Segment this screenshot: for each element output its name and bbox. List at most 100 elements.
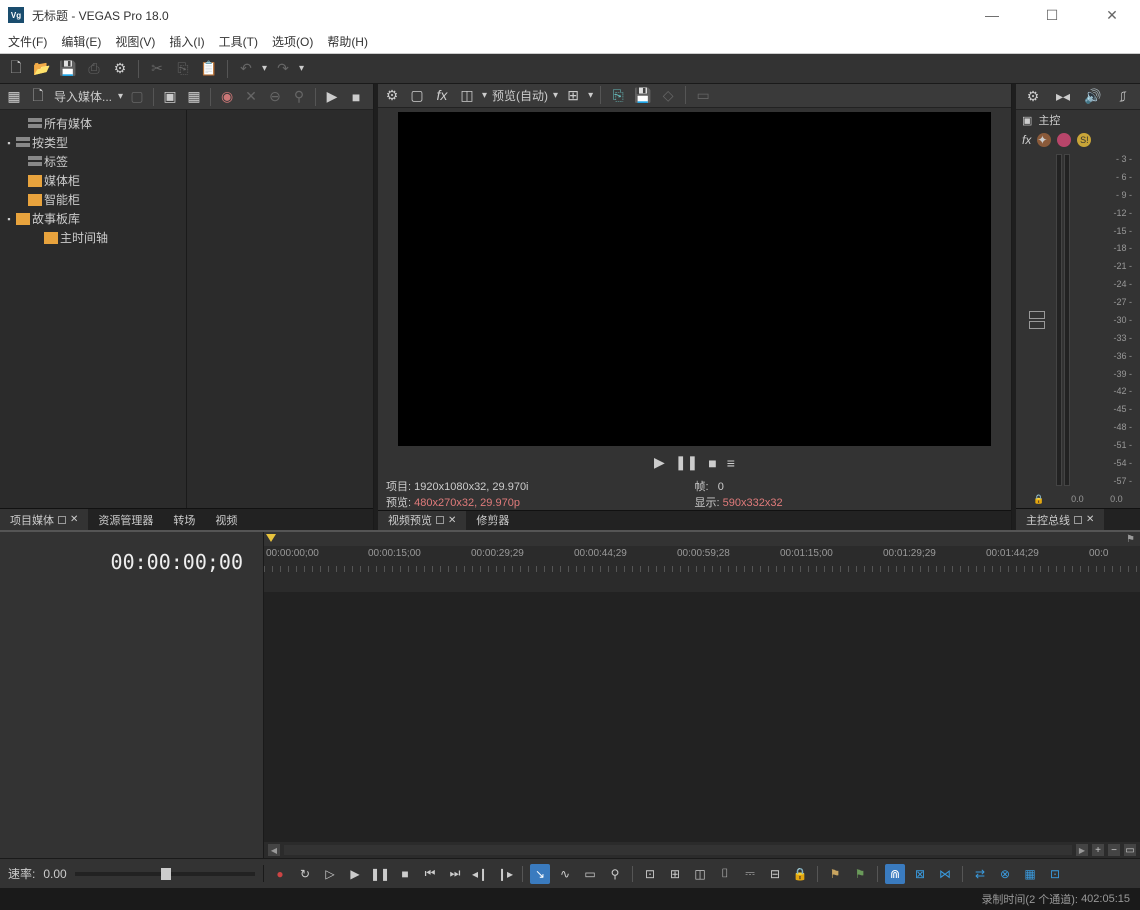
snap-icon[interactable]: ⋒ xyxy=(885,864,905,884)
goto-start-icon[interactable]: ⏮ xyxy=(420,864,440,884)
lock-tool-icon[interactable]: 🔒 xyxy=(790,864,810,884)
media-play-icon[interactable]: ▶ xyxy=(322,87,342,107)
tab-explorer[interactable]: 资源管理器 xyxy=(88,509,163,530)
h-scrollbar[interactable] xyxy=(284,845,1072,855)
menu-help[interactable]: 帮助(H) xyxy=(327,33,368,50)
import-media-button[interactable]: 导入媒体... xyxy=(52,88,114,105)
redo-icon[interactable]: ↷ xyxy=(273,59,293,79)
tab-video-preview[interactable]: 视频预览✕ xyxy=(378,511,466,530)
media-view1-icon[interactable]: ▣ xyxy=(160,87,180,107)
marker-row[interactable]: ⚑ xyxy=(264,532,1140,546)
preview-region-icon[interactable]: ◇ xyxy=(658,85,678,105)
media-thumbnails[interactable] xyxy=(187,110,373,508)
preview-stop-icon[interactable]: ■ xyxy=(708,455,716,471)
tab-maximize-icon[interactable] xyxy=(1074,516,1082,524)
zoom-tool-icon[interactable]: ⚲ xyxy=(605,864,625,884)
media-props-icon[interactable]: ▦ xyxy=(4,87,24,107)
select-icon[interactable]: ▭ xyxy=(580,864,600,884)
paste-icon[interactable]: 📋 xyxy=(199,59,219,79)
master-audio-icon[interactable]: 🔊 xyxy=(1083,87,1103,107)
master-insert-icon[interactable]: ▸◂ xyxy=(1053,87,1073,107)
menu-file[interactable]: 文件(F) xyxy=(8,33,47,50)
cut-icon[interactable]: ✂ xyxy=(147,59,167,79)
tool6-icon[interactable]: ⊟ xyxy=(765,864,785,884)
capture-icon[interactable]: ▢ xyxy=(127,87,147,107)
snap-grid-icon[interactable]: ⊠ xyxy=(910,864,930,884)
split-top[interactable] xyxy=(1029,311,1045,319)
maximize-button[interactable]: ☐ xyxy=(1032,7,1072,24)
track-headers[interactable] xyxy=(0,592,264,842)
preview-hdr-icon[interactable]: ▭ xyxy=(693,85,713,105)
tree-smart-cabinet[interactable]: 智能柜 xyxy=(0,190,186,209)
menu-tools[interactable]: 工具(T) xyxy=(219,33,258,50)
playhead-marker-icon[interactable] xyxy=(266,534,276,542)
tab-close-icon[interactable]: ✕ xyxy=(1086,514,1094,525)
tool1-icon[interactable]: ⊡ xyxy=(640,864,660,884)
minimize-button[interactable]: — xyxy=(972,7,1012,24)
tool5-icon[interactable]: ⎓ xyxy=(740,864,760,884)
close-button[interactable]: ✕ xyxy=(1092,7,1132,24)
fx-plugin1-icon[interactable]: ✦ xyxy=(1037,133,1051,147)
autocrossfade-icon[interactable]: ⊗ xyxy=(995,864,1015,884)
tree-media-cabinet[interactable]: 媒体柜 xyxy=(0,171,186,190)
tree-all-media[interactable]: 所有媒体 xyxy=(0,114,186,133)
pause-icon[interactable]: ❚❚ xyxy=(370,864,390,884)
quantize-icon[interactable]: ▦ xyxy=(1020,864,1040,884)
media-delete-icon[interactable]: ✕ xyxy=(241,87,261,107)
tab-trimmer[interactable]: 修剪器 xyxy=(466,511,519,530)
tool3-icon[interactable]: ◫ xyxy=(690,864,710,884)
preview-fx-icon[interactable]: fx xyxy=(432,85,452,105)
next-frame-icon[interactable]: ❙▸ xyxy=(495,864,515,884)
media-remove-icon[interactable]: ⊖ xyxy=(265,87,285,107)
preview-overlay-icon[interactable]: ⊞ xyxy=(563,85,583,105)
zoom-out-icon[interactable]: − xyxy=(1108,844,1120,856)
preview-settings-icon[interactable]: ⚙ xyxy=(382,85,402,105)
properties-icon[interactable]: ⚙ xyxy=(110,59,130,79)
play-icon[interactable]: ▶ xyxy=(345,864,365,884)
new-icon[interactable]: 🗋 xyxy=(6,59,26,79)
record-icon[interactable]: ● xyxy=(270,864,290,884)
video-preview[interactable] xyxy=(398,112,991,446)
envelope-icon[interactable]: ∿ xyxy=(555,864,575,884)
menu-options[interactable]: 选项(O) xyxy=(272,33,313,50)
menu-edit[interactable]: 编辑(E) xyxy=(61,33,101,50)
scroll-right-icon[interactable]: ▶ xyxy=(1076,844,1088,856)
marker-green-icon[interactable]: ⚑ xyxy=(850,864,870,884)
tree-storyboard[interactable]: ▪故事板库 xyxy=(0,209,186,228)
media-view2-icon[interactable]: ▦ xyxy=(184,87,204,107)
fx-plugin2-icon[interactable] xyxy=(1057,133,1071,147)
snap-marker-icon[interactable]: ⋈ xyxy=(935,864,955,884)
media-stop-icon[interactable]: ■ xyxy=(346,87,366,107)
time-ruler[interactable]: 00:00:00;00 00:00:15;00 00:00:29;29 00:0… xyxy=(264,546,1140,576)
autoripple-icon[interactable]: ⇄ xyxy=(970,864,990,884)
autosave-icon[interactable]: ⊡ xyxy=(1045,864,1065,884)
end-flag-icon[interactable]: ⚑ xyxy=(1126,534,1136,544)
master-fx-icon[interactable]: fx xyxy=(1022,133,1031,147)
undo-icon[interactable]: ↶ xyxy=(236,59,256,79)
preview-split-icon[interactable]: ◫ xyxy=(457,85,477,105)
tree-main-timeline[interactable]: 主时间轴 xyxy=(0,228,186,247)
tab-videofx[interactable]: 视频 xyxy=(205,509,247,530)
split-bottom[interactable] xyxy=(1029,321,1045,329)
preview-external-icon[interactable]: ▢ xyxy=(407,85,427,105)
media-new-icon[interactable]: 🗋 xyxy=(28,87,48,107)
tab-maximize-icon[interactable] xyxy=(58,516,66,524)
stop-icon[interactable]: ■ xyxy=(395,864,415,884)
rate-slider[interactable] xyxy=(75,872,255,876)
save-icon[interactable]: 💾 xyxy=(58,59,78,79)
current-time[interactable]: 00:00:00;00 xyxy=(111,550,243,574)
zoom-in-icon[interactable]: + xyxy=(1092,844,1104,856)
tab-close-icon[interactable]: ✕ xyxy=(70,514,78,525)
play-start-icon[interactable]: ▷ xyxy=(320,864,340,884)
preview-menu-icon[interactable]: ≡ xyxy=(727,455,735,471)
lock-icon[interactable]: 🔒 xyxy=(1033,494,1044,505)
open-icon[interactable]: 📂 xyxy=(32,59,52,79)
goto-end-icon[interactable]: ⏭ xyxy=(445,864,465,884)
render-icon[interactable]: ⎙ xyxy=(84,59,104,79)
tab-close-icon[interactable]: ✕ xyxy=(448,515,456,526)
master-settings-icon[interactable]: ⚙ xyxy=(1023,87,1043,107)
preview-pause-icon[interactable]: ❚❚ xyxy=(675,454,698,471)
master-output-icon[interactable]: ▣ xyxy=(1022,114,1032,127)
tab-master-bus[interactable]: 主控总线✕ xyxy=(1016,509,1104,530)
normal-edit-icon[interactable]: ↘ xyxy=(530,864,550,884)
